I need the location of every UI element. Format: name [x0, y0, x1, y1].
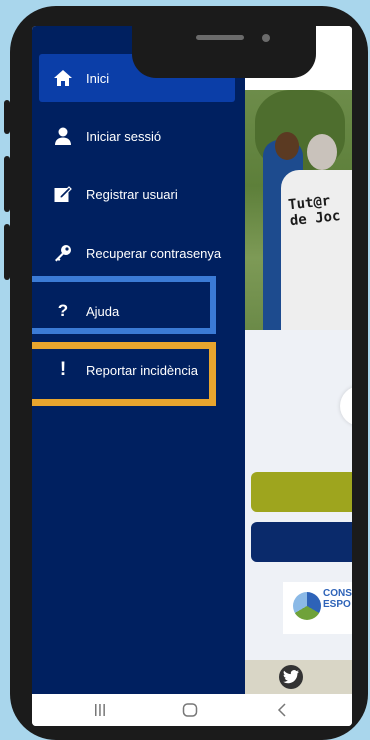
- front-camera: [262, 34, 270, 42]
- app-footer: [245, 660, 352, 694]
- exclamation-icon: !: [59, 359, 67, 380]
- menu-item-label: Recuperar contrasenya: [86, 245, 222, 261]
- menu-item-label: Iniciar sessió: [86, 128, 162, 144]
- menu-item-registrar-usuari[interactable]: Registrar usuari: [32, 170, 245, 218]
- partner-logo: CONS ESPO: [283, 582, 352, 634]
- twitter-icon[interactable]: [279, 665, 303, 689]
- menu-item-ajuda[interactable]: ? Ajuda: [32, 287, 245, 335]
- question-icon: ?: [57, 301, 69, 320]
- home-icon: [50, 66, 76, 90]
- app-main-content: Tut@r de Joc CONS ESPO: [245, 26, 352, 726]
- back-icon[interactable]: [270, 700, 294, 720]
- photo-shirt-text: Tut@r de Joc: [287, 193, 342, 230]
- menu-item-label: Reportar incidència: [86, 362, 199, 378]
- primary-action-button[interactable]: [251, 472, 352, 512]
- speaker-grille: [196, 35, 244, 40]
- menu-item-label: Inici: [86, 70, 110, 86]
- user-icon: [50, 124, 76, 148]
- edit-icon: [50, 182, 76, 206]
- navigation-drawer: Inici Iniciar sessió Registrar usuari Re…: [32, 26, 245, 694]
- system-navigation-bar: [32, 694, 352, 726]
- menu-item-label: Ajuda: [86, 303, 120, 319]
- hero-photo: Tut@r de Joc: [245, 90, 352, 330]
- home-button-icon[interactable]: [178, 700, 202, 720]
- recent-apps-icon[interactable]: [88, 700, 112, 720]
- phone-screen: Tut@r de Joc CONS ESPO Inici Iniciar ses…: [32, 26, 352, 726]
- secondary-action-button[interactable]: [251, 522, 352, 562]
- menu-item-reportar-incidencia[interactable]: ! Reportar incidència: [32, 346, 245, 394]
- menu-item-recuperar-contrasenya[interactable]: Recuperar contrasenya: [32, 229, 245, 277]
- phone-notch: [132, 26, 316, 78]
- menu-item-label: Registrar usuari: [86, 186, 178, 202]
- key-icon: [50, 241, 76, 265]
- menu-item-iniciar-sessio[interactable]: Iniciar sessió: [32, 112, 245, 160]
